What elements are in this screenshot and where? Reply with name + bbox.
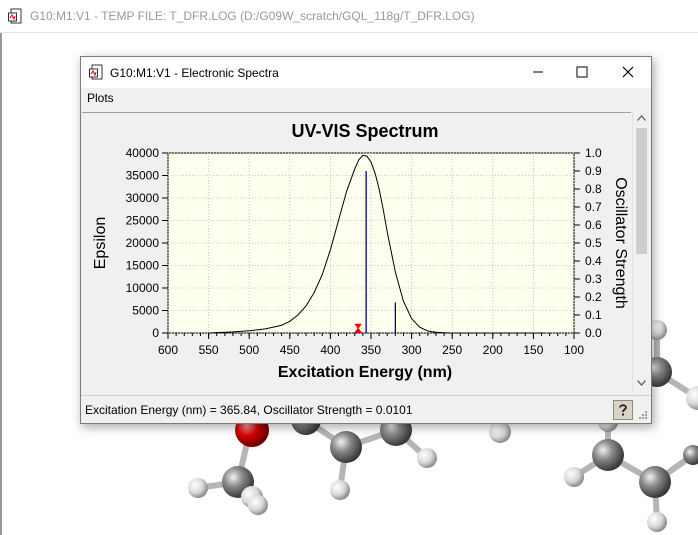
x-tick-label: 300 xyxy=(402,343,422,357)
electronic-spectra-window[interactable]: G10:M1:V1 - Electronic Spectra Plots 600… xyxy=(80,56,652,424)
menu-bar xyxy=(81,88,651,110)
x-tick-label: 250 xyxy=(442,343,462,357)
y-tick-label: 10000 xyxy=(126,281,160,295)
y2-tick-label: 1.0 xyxy=(585,146,602,160)
x-tick-label: 550 xyxy=(199,343,219,357)
y2-tick-label: 0.2 xyxy=(585,290,602,304)
x-axis-label: Excitation Energy (nm) xyxy=(278,364,452,381)
y2-tick-label: 0.6 xyxy=(585,218,602,232)
x-tick-label: 400 xyxy=(320,343,340,357)
y2-tick-label: 0.8 xyxy=(585,182,602,196)
maximize-icon xyxy=(576,66,588,78)
y-tick-label: 0 xyxy=(152,326,159,340)
x-tick-label: 500 xyxy=(239,343,259,357)
x-tick-label: 350 xyxy=(361,343,381,357)
status-text: Excitation Energy (nm) = 365.84, Oscilla… xyxy=(85,403,413,417)
document-icon xyxy=(89,64,103,80)
x-tick-label: 150 xyxy=(523,343,543,357)
x-tick-label: 100 xyxy=(564,343,584,357)
menu-item-plots[interactable]: Plots xyxy=(87,91,114,105)
y2-tick-label: 0.5 xyxy=(585,236,602,250)
y-tick-label: 15000 xyxy=(126,259,160,273)
y2-tick-label: 0.0 xyxy=(585,326,602,340)
resize-grip-icon[interactable] xyxy=(638,410,648,420)
y2-tick-label: 0.1 xyxy=(585,308,602,322)
dialog-titlebar[interactable]: G10:M1:V1 - Electronic Spectra xyxy=(81,57,651,88)
y-tick-label: 30000 xyxy=(126,191,160,205)
chart-title: UV-VIS Spectrum xyxy=(291,121,438,141)
y-tick-label: 5000 xyxy=(132,304,159,318)
scroll-down-icon[interactable] xyxy=(637,380,646,386)
uv-vis-chart[interactable]: 600 550 500 450 400 350 300 250 200 150 100 0 5000 10… xyxy=(82,113,631,395)
x-tick-label: 450 xyxy=(280,343,300,357)
y-tick-label: 25000 xyxy=(126,214,160,228)
maximize-button[interactable] xyxy=(559,57,605,87)
help-button[interactable] xyxy=(613,400,633,420)
help-question-icon xyxy=(619,404,627,416)
y2-tick-label: 0.7 xyxy=(585,200,602,214)
y-tick-label: 40000 xyxy=(126,146,160,160)
minimize-icon xyxy=(533,71,543,73)
minimize-button[interactable] xyxy=(515,57,561,87)
y2-tick-label: 0.3 xyxy=(585,272,602,286)
y2-tick-label: 0.4 xyxy=(585,254,602,268)
y-tick-label: 35000 xyxy=(126,169,160,183)
dialog-title: G10:M1:V1 - Electronic Spectra xyxy=(110,66,279,80)
x-tick-label: 600 xyxy=(158,343,178,357)
x-tick-label: 200 xyxy=(483,343,503,357)
y-tick-label: 20000 xyxy=(126,236,160,250)
vertical-scrollbar[interactable] xyxy=(632,112,650,394)
y2-tick-label: 0.9 xyxy=(585,164,602,178)
y2-axis-label: Oscillator Strength xyxy=(612,177,629,309)
close-icon xyxy=(622,66,634,78)
chart-panel[interactable]: 600 550 500 450 400 350 300 250 200 150 100 0 5000 10… xyxy=(82,112,631,395)
status-bar: Excitation Energy (nm) = 365.84, Oscilla… xyxy=(81,395,651,423)
scrollbar-thumb[interactable] xyxy=(636,128,647,254)
scroll-up-icon[interactable] xyxy=(637,115,646,121)
close-button[interactable] xyxy=(605,57,651,87)
y-axis-label: Epsilon xyxy=(92,217,109,269)
